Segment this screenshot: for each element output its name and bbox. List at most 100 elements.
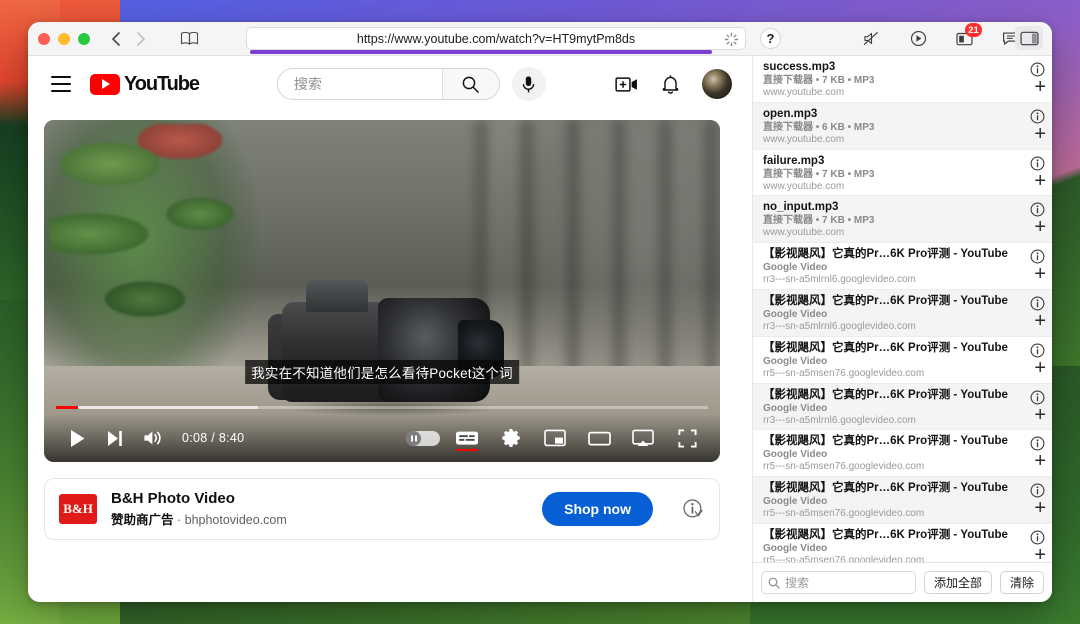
- hamburger-menu-icon[interactable]: [44, 67, 78, 101]
- download-circle-icon[interactable]: [907, 28, 929, 49]
- download-panel-footer: 搜索 添加全部 清除: [753, 562, 1052, 602]
- add-plus-icon[interactable]: +: [1034, 405, 1046, 425]
- settings-gear-icon[interactable]: [492, 419, 530, 457]
- download-row[interactable]: 【影视飓风】它真的Pr…6K Pro评测 - YouTube Google Vid…: [753, 524, 1052, 562]
- info-circle-icon[interactable]: [1030, 156, 1045, 171]
- add-plus-icon[interactable]: +: [1034, 498, 1046, 518]
- download-row[interactable]: 【影视飓风】它真的Pr…6K Pro评测 - YouTube Google Vid…: [753, 337, 1052, 384]
- youtube-page: YouTube 搜索 我实在不知道他们是怎么看待Pocket这个词 0:08 /…: [28, 56, 752, 602]
- player-controls-area: 0:08 / 8:40: [44, 400, 720, 462]
- info-circle-icon[interactable]: [1030, 530, 1045, 545]
- info-circle-icon[interactable]: [1030, 202, 1045, 217]
- address-bar[interactable]: https://www.youtube.com/watch?v=HT9mytPm…: [246, 27, 746, 50]
- video-player[interactable]: 我实在不知道他们是怎么看待Pocket这个词 0:08 / 8:40 ❚❚: [44, 120, 720, 462]
- youtube-header-actions: [615, 69, 736, 99]
- avatar[interactable]: [702, 69, 732, 99]
- close-window-button[interactable]: [38, 32, 50, 45]
- muted-speaker-icon[interactable]: [860, 28, 882, 49]
- page-load-progress-bar: [250, 50, 712, 54]
- download-row[interactable]: success.mp3 直接下载器 • 7 KB • MP3 www.youtube…: [753, 56, 1052, 103]
- download-row[interactable]: failure.mp3 直接下载器 • 7 KB • MP3 www.youtube…: [753, 150, 1052, 197]
- cast-icon[interactable]: [624, 419, 662, 457]
- download-row-host: www.youtube.com: [763, 180, 845, 192]
- search-input[interactable]: 搜索: [276, 68, 442, 100]
- download-row-host: rr5---sn-a5msen76.googlevideo.com: [763, 461, 925, 473]
- download-row[interactable]: 【影视飓风】它真的Pr…6K Pro评测 - YouTube Google Vid…: [753, 289, 1052, 337]
- maximize-window-button[interactable]: [78, 32, 90, 45]
- download-row-host: rr5---sn-a5msen76.googlevideo.com: [763, 367, 925, 379]
- download-row[interactable]: 【影视飓风】它真的Pr…6K Pro评测 - YouTube Google Vid…: [753, 430, 1052, 478]
- add-plus-icon[interactable]: +: [1034, 171, 1046, 191]
- browser-window: https://www.youtube.com/watch?v=HT9mytPm…: [28, 22, 1052, 602]
- theater-mode-icon[interactable]: [580, 419, 618, 457]
- clear-button[interactable]: 清除: [999, 571, 1044, 594]
- video-caption-text: 我实在不知道他们是怎么看待Pocket这个词: [245, 360, 519, 384]
- add-all-button[interactable]: 添加全部: [923, 571, 992, 594]
- info-circle-icon[interactable]: [1030, 483, 1045, 498]
- fullscreen-icon[interactable]: [668, 419, 706, 457]
- sidebar-toggle-icon[interactable]: [1015, 26, 1043, 50]
- info-circle-icon[interactable]: [1030, 343, 1045, 358]
- video-progress-played: [56, 406, 79, 409]
- ad-text-block: B&H Photo Video 赞助商广告 · bhphotovideo.com: [111, 490, 287, 528]
- info-circle-icon[interactable]: [1030, 62, 1045, 77]
- book-reader-icon[interactable]: [176, 26, 202, 52]
- shop-now-button[interactable]: Shop now: [542, 492, 653, 526]
- download-row[interactable]: no_input.mp3 直接下载器 • 7 KB • MP3 www.youtub…: [753, 196, 1052, 244]
- download-row-meta: Google Video: [763, 262, 828, 274]
- info-circle-icon[interactable]: [1030, 109, 1045, 124]
- create-video-icon[interactable]: [615, 76, 639, 93]
- add-plus-icon[interactable]: +: [1034, 545, 1046, 562]
- add-plus-icon[interactable]: +: [1034, 451, 1046, 471]
- next-video-icon[interactable]: [96, 419, 134, 457]
- info-circle-icon[interactable]: [1030, 436, 1045, 451]
- voice-search-button[interactable]: [511, 67, 546, 101]
- info-circle-icon[interactable]: [1030, 249, 1045, 264]
- download-list[interactable]: success.mp3 直接下载器 • 7 KB • MP3 www.youtube…: [753, 56, 1052, 562]
- search-button[interactable]: [441, 68, 500, 100]
- download-row[interactable]: 【影视飓风】它真的Pr…6K Pro评测 - YouTube Google Vid…: [753, 243, 1052, 290]
- add-plus-icon[interactable]: +: [1034, 77, 1046, 97]
- download-row-meta: Google Video: [763, 542, 828, 554]
- page-clipped-heading: Bottom page content below the ad: [60, 601, 305, 602]
- download-row-title: failure.mp3: [763, 154, 825, 167]
- info-circle-icon[interactable]: [1030, 390, 1045, 405]
- download-search-input[interactable]: 搜索: [761, 571, 916, 594]
- back-chevron-icon[interactable]: [102, 26, 128, 52]
- sponsored-ad-card[interactable]: B&H B&H Photo Video 赞助商广告 · bhphotovideo…: [44, 478, 720, 540]
- volume-icon[interactable]: [134, 419, 172, 457]
- advertiser-logo: B&H: [59, 494, 97, 524]
- video-progress-bar[interactable]: [56, 406, 708, 409]
- miniplayer-icon[interactable]: [536, 419, 574, 457]
- download-manager-panel: success.mp3 直接下载器 • 7 KB • MP3 www.youtube…: [752, 56, 1052, 602]
- video-frame-foliage: [50, 124, 260, 354]
- add-plus-icon[interactable]: +: [1034, 358, 1046, 378]
- search-icon: [768, 577, 780, 589]
- player-control-bar: 0:08 / 8:40: [44, 414, 720, 462]
- autoplay-toggle[interactable]: [404, 419, 442, 457]
- loading-spinner-icon[interactable]: [724, 32, 739, 47]
- play-button-icon[interactable]: [58, 419, 96, 457]
- window-traffic-lights: [38, 32, 90, 45]
- minimize-window-button[interactable]: [58, 32, 70, 45]
- ad-info-icon[interactable]: [681, 497, 705, 521]
- add-plus-icon[interactable]: +: [1034, 311, 1046, 331]
- youtube-logo[interactable]: YouTube: [90, 73, 200, 96]
- download-row[interactable]: open.mp3 直接下载器 • 6 KB • MP3 www.youtube.co…: [753, 102, 1052, 150]
- add-plus-icon[interactable]: +: [1034, 264, 1046, 284]
- add-plus-icon[interactable]: +: [1034, 217, 1046, 237]
- info-circle-icon[interactable]: [1030, 296, 1045, 311]
- ad-sponsor-label: 赞助商广告: [111, 513, 174, 527]
- download-row[interactable]: 【影视飓风】它真的Pr…6K Pro评测 - YouTube Google Vid…: [753, 477, 1052, 524]
- notification-bell-icon[interactable]: [661, 74, 680, 95]
- address-bar-url: https://www.youtube.com/watch?v=HT9mytPm…: [356, 31, 636, 46]
- add-plus-icon[interactable]: +: [1034, 124, 1046, 144]
- download-row-meta: 直接下载器 • 7 KB • MP3: [763, 215, 875, 227]
- help-button-label: ?: [766, 31, 775, 46]
- help-button[interactable]: ?: [760, 28, 781, 49]
- forward-chevron-icon[interactable]: [128, 26, 154, 52]
- download-row-title: 【影视飓风】它真的Pr…6K Pro评测 - YouTube: [763, 482, 1008, 495]
- download-row[interactable]: 【影视飓风】它真的Pr…6K Pro评测 - YouTube Google Vid…: [753, 383, 1052, 431]
- closed-captions-icon[interactable]: [448, 419, 486, 457]
- extension-badge-icon[interactable]: 21: [953, 23, 982, 49]
